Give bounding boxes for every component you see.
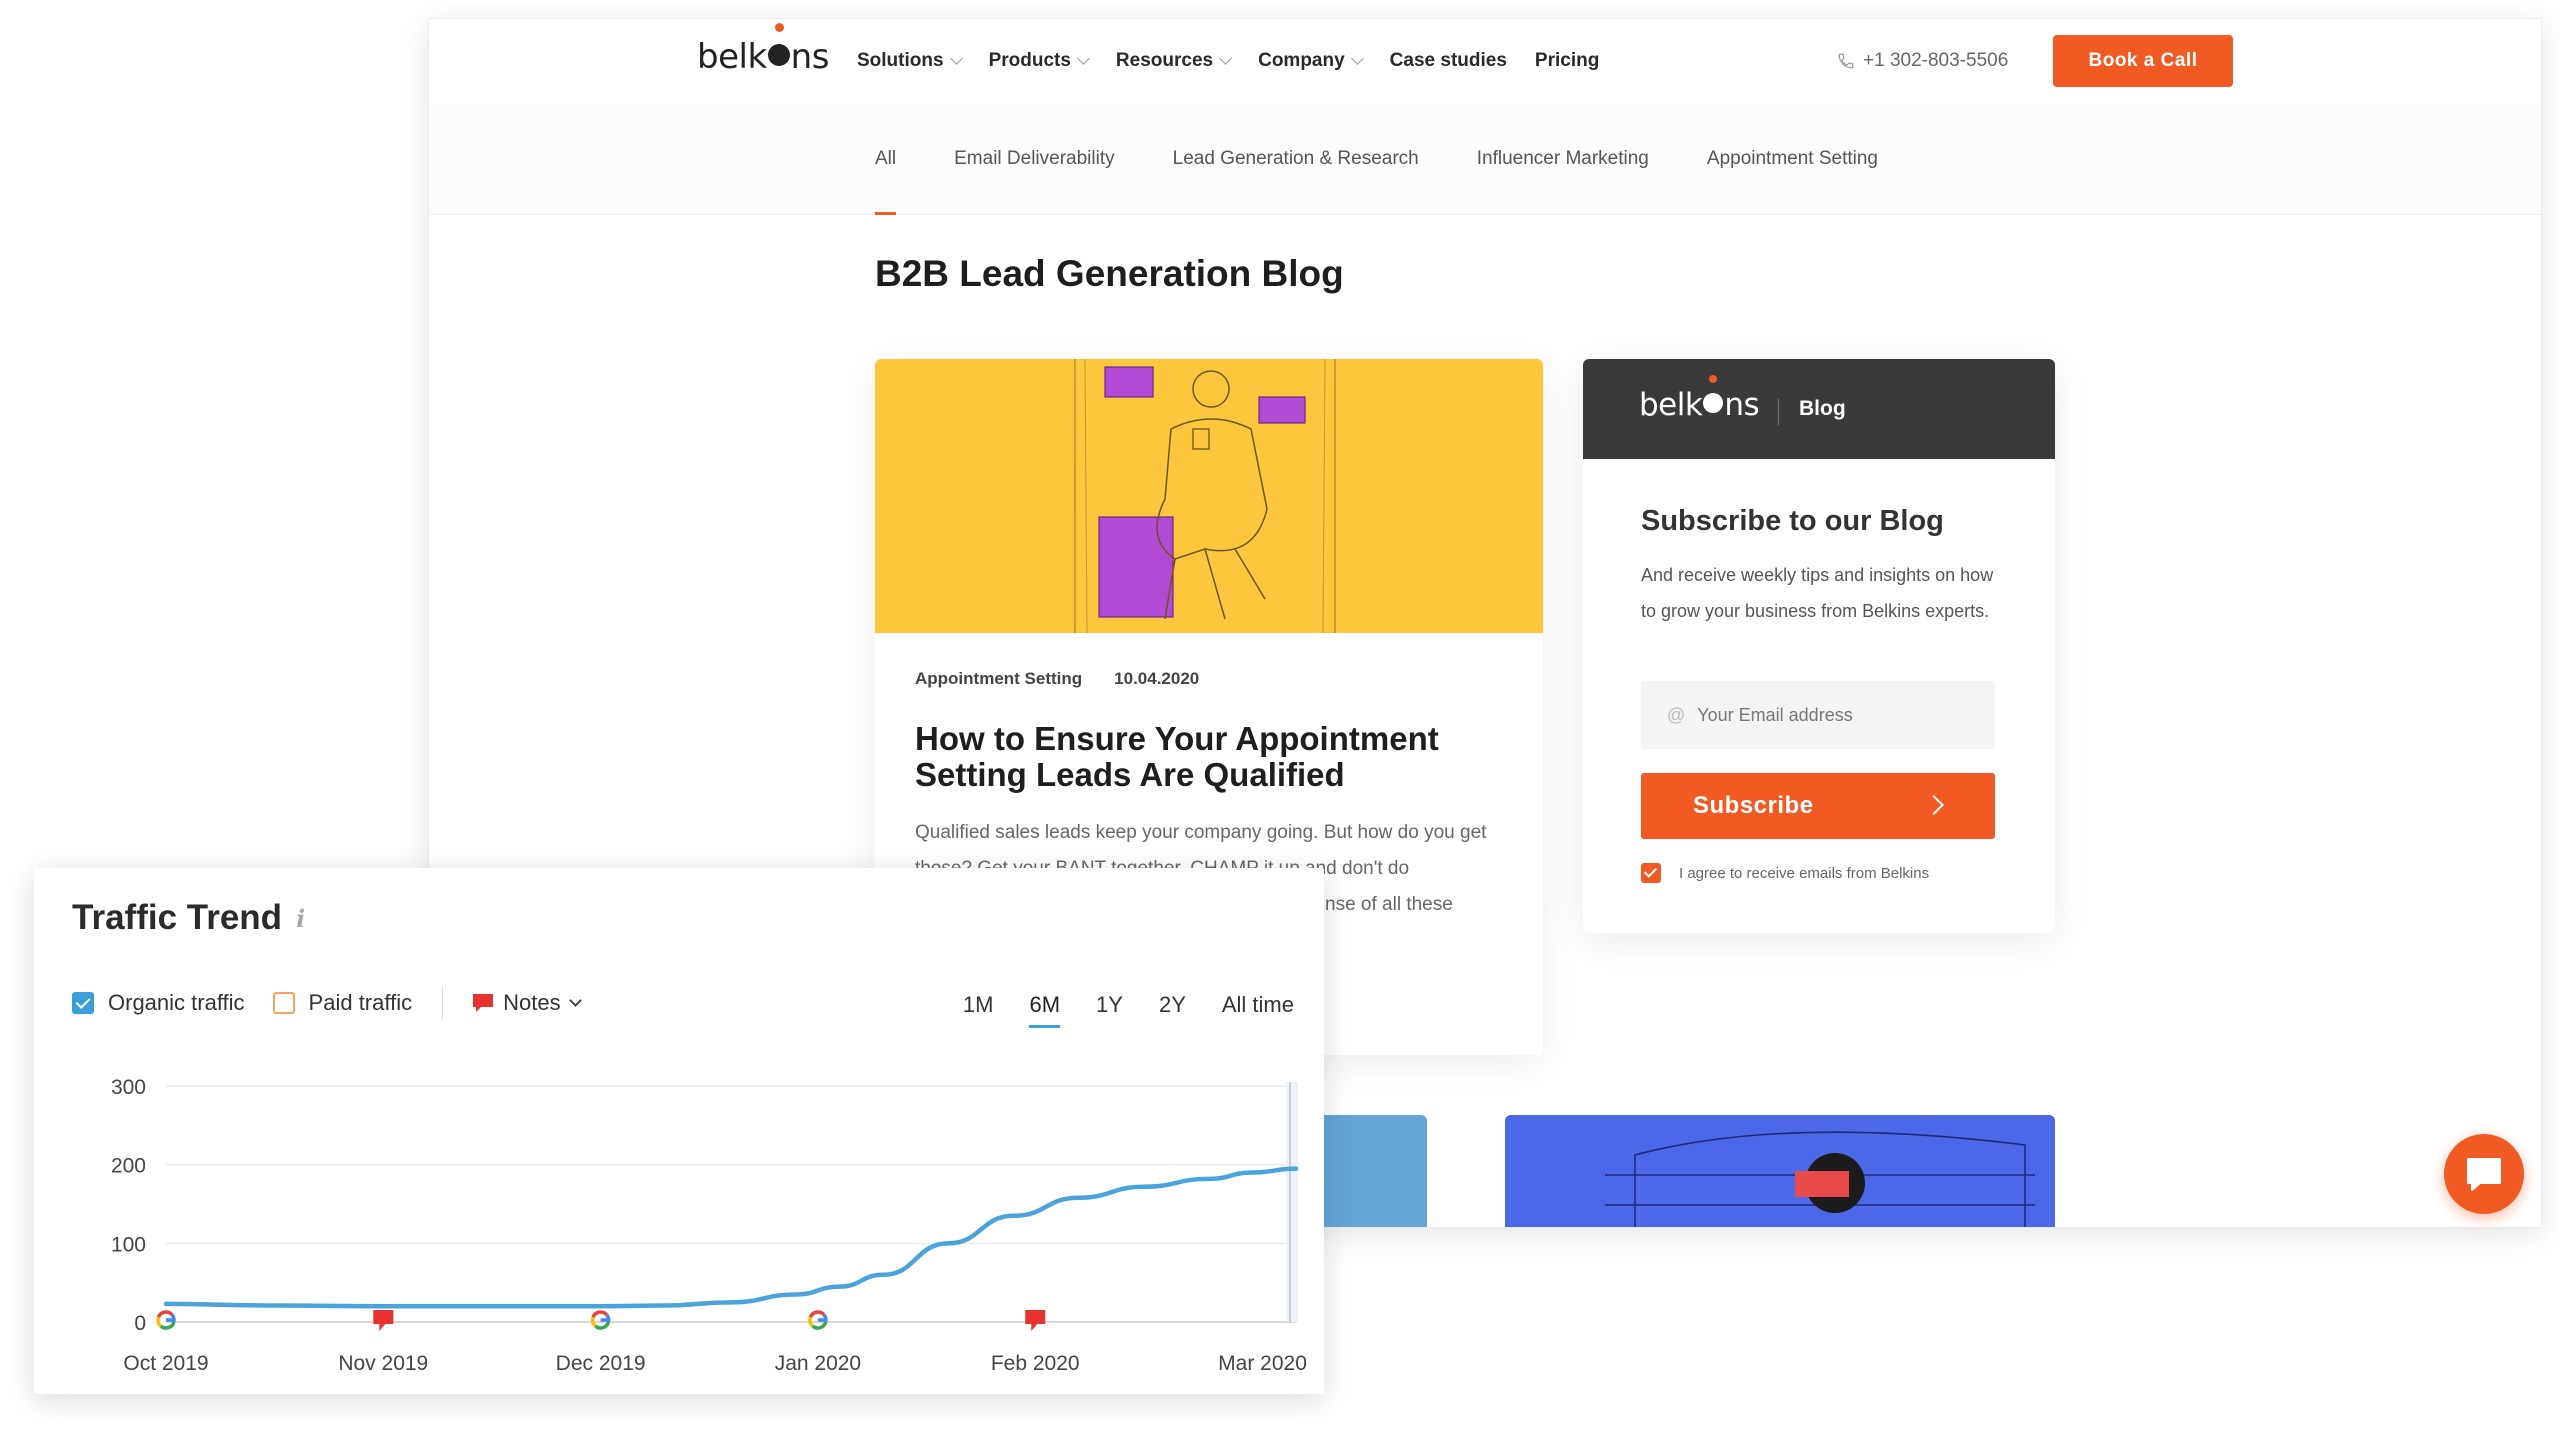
nav-item-label: Case studies xyxy=(1389,50,1507,71)
x-tick-label: Dec 2019 xyxy=(556,1352,646,1375)
note-marker-icon xyxy=(373,1310,394,1331)
chevron-down-icon xyxy=(1350,52,1364,65)
nav-item-solutions[interactable]: Solutions xyxy=(857,50,963,72)
x-tick-label: Feb 2020 xyxy=(991,1352,1080,1375)
chevron-right-icon xyxy=(1924,795,1944,815)
subscribe-card: belk ns Blog Subscribe to our Blog And re… xyxy=(1583,359,2055,933)
chevron-down-icon xyxy=(1077,52,1090,65)
page-title: B2B Lead Generation Blog xyxy=(875,253,1344,294)
y-tick-label: 200 xyxy=(111,1155,146,1178)
tab-all[interactable]: All xyxy=(875,103,897,215)
at-icon: @ xyxy=(1667,704,1686,725)
logo-text-end: ns xyxy=(790,37,830,77)
nav-item-products[interactable]: Products xyxy=(988,50,1090,72)
agree-checkbox-row[interactable]: I agree to receive emails from Belkins xyxy=(1641,863,1929,883)
phone-icon xyxy=(1838,53,1854,69)
tab-appointment-setting[interactable]: Appointment Setting xyxy=(1707,103,1878,215)
subscribe-card-header: belk ns Blog xyxy=(1583,359,2055,459)
phone-number[interactable]: +1 302-803-5506 xyxy=(1837,19,2008,103)
subscribe-button-label: Subscribe xyxy=(1693,792,1814,819)
agree-checkbox[interactable] xyxy=(1641,863,1661,883)
nav-item-resources[interactable]: Resources xyxy=(1115,50,1232,72)
subscribe-description: And receive weekly tips and insights on … xyxy=(1641,565,1994,621)
google-update-icon xyxy=(156,1310,176,1330)
logo-divider xyxy=(1778,399,1779,425)
belkins-blog-logo: belk ns xyxy=(1639,375,1760,423)
post-thumbnail-indigo[interactable] xyxy=(1505,1115,2055,1227)
nav-item-label: Resources xyxy=(1115,50,1214,71)
traffic-trend-panel: Traffic Trend i Organic traffic Paid tra… xyxy=(34,868,1324,1394)
nav-item-label: Solutions xyxy=(857,50,944,71)
nav-item-company[interactable]: Company xyxy=(1258,50,1364,72)
nav-item-case-studies[interactable]: Case studies xyxy=(1390,50,1507,72)
logo-text-start: belk xyxy=(697,37,767,77)
google-update-icon xyxy=(590,1310,611,1330)
blog-logo-dot-icon xyxy=(1702,375,1724,423)
logo-dot-icon xyxy=(767,23,791,77)
email-input[interactable]: @ Your Email address xyxy=(1641,681,1995,749)
post-meta: Appointment Setting 10.04.2020 xyxy=(915,669,1199,689)
post-date: 10.04.2020 xyxy=(1114,669,1200,688)
nav-item-pricing[interactable]: Pricing xyxy=(1535,50,1599,72)
post-illustration xyxy=(875,359,1543,633)
subscribe-button[interactable]: Subscribe xyxy=(1641,773,1995,839)
x-tick-label: Oct 2019 xyxy=(123,1352,208,1375)
post-title[interactable]: How to Ensure Your Appointment Setting L… xyxy=(915,721,1515,793)
note-marker-icon xyxy=(1025,1310,1046,1331)
blog-label: Blog xyxy=(1799,397,1846,420)
chat-icon xyxy=(2467,1158,2501,1191)
belkins-logo[interactable]: belk ns xyxy=(697,23,830,77)
chevron-down-icon xyxy=(1219,52,1232,65)
x-tick-label: Nov 2019 xyxy=(338,1352,428,1375)
phone-text: +1 302-803-5506 xyxy=(1863,50,2009,71)
nav-item-label: Company xyxy=(1258,50,1345,71)
traffic-line-chart: 0 100 200 300 Oct 2019 Nov 2019 Dec 2019 Jan 20… xyxy=(111,1076,1307,1375)
x-tick-label: Mar 2020 xyxy=(1218,1352,1307,1375)
google-update-icon xyxy=(808,1310,828,1330)
tab-lead-generation-research[interactable]: Lead Generation & Research xyxy=(1173,103,1419,215)
tab-email-deliverability[interactable]: Email Deliverability xyxy=(954,103,1115,215)
tab-influencer-marketing[interactable]: Influencer Marketing xyxy=(1477,103,1649,215)
agree-label: I agree to receive emails from Belkins xyxy=(1679,864,1930,882)
book-a-call-button[interactable]: Book a Call xyxy=(2053,35,2233,87)
chevron-down-icon xyxy=(949,52,963,65)
chat-button[interactable] xyxy=(2444,1134,2524,1214)
y-tick-label: 0 xyxy=(134,1312,146,1335)
main-nav: Solutions Products Resources Company Case st… xyxy=(857,19,1627,103)
category-tabs: All Email Deliverability Lead Generation &… xyxy=(429,103,2541,215)
blog-logo-text-end: ns xyxy=(1724,387,1760,423)
top-navigation-bar: belk ns Solutions Products Resources Company… xyxy=(429,19,2541,103)
x-tick-label: Jan 2020 xyxy=(775,1352,861,1375)
organic-traffic-line xyxy=(163,1166,1299,1309)
email-placeholder: Your Email address xyxy=(1697,704,1853,725)
nav-item-label: Products xyxy=(988,50,1071,71)
y-tick-label: 100 xyxy=(111,1233,146,1256)
subscribe-title: Subscribe to our Blog xyxy=(1641,505,1944,537)
nav-item-label: Pricing xyxy=(1534,50,1600,71)
y-tick-label: 300 xyxy=(111,1076,146,1099)
hover-cursor-band xyxy=(1286,1082,1298,1322)
blog-logo-text-start: belk xyxy=(1639,387,1703,423)
post-category[interactable]: Appointment Setting xyxy=(915,669,1082,689)
